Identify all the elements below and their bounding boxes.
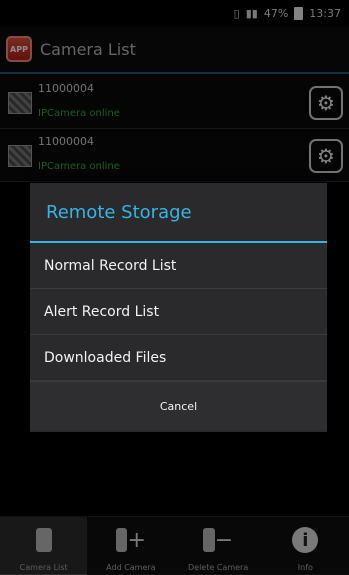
menu-item-downloaded-files[interactable]: Downloaded Files <box>30 335 327 381</box>
menu-item-alert-record-list[interactable]: Alert Record List <box>30 289 327 335</box>
cancel-button[interactable]: Cancel <box>30 381 327 430</box>
remote-storage-dialog: Remote Storage Normal Record List Alert … <box>30 183 327 432</box>
menu-item-normal-record-list[interactable]: Normal Record List <box>30 243 327 289</box>
dialog-title: Remote Storage <box>30 183 327 243</box>
